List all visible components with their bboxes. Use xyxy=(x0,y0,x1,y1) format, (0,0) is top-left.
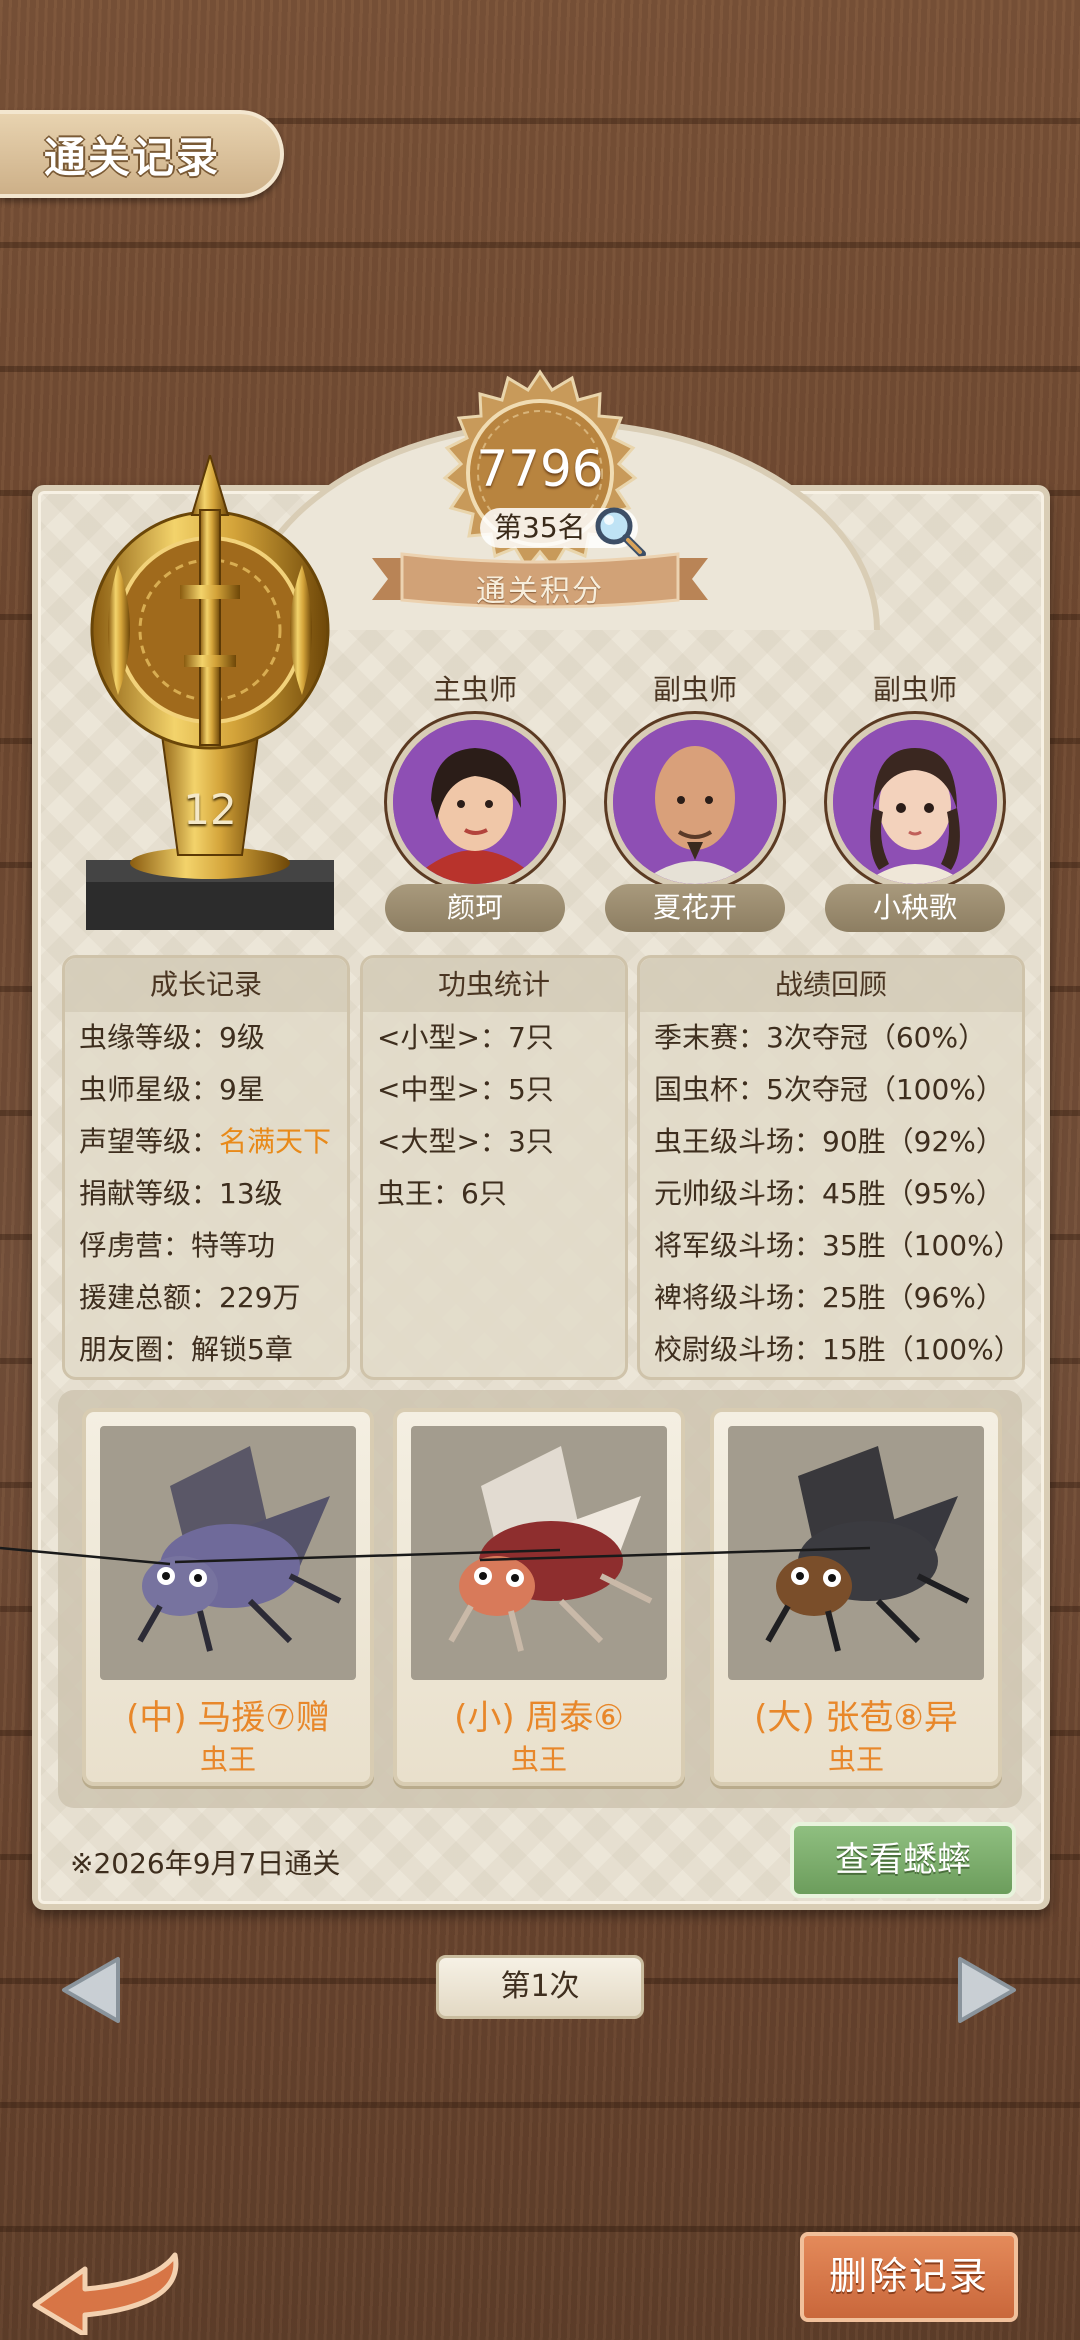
growth-record-title: 成长记录 xyxy=(65,958,347,1012)
cricket-name: (中) 马援⑦赠 xyxy=(126,1698,330,1738)
merit-stats-box: 功虫统计 <小型>：7只 <中型>：5只 <大型>：3只 虫王：6只 xyxy=(360,955,628,1380)
stat-row: 声望等级：名满天下 xyxy=(79,1125,332,1158)
avatar[interactable] xyxy=(827,714,1003,890)
stat-row: 季末赛：3次夺冠（60%） xyxy=(654,1021,987,1054)
avatar[interactable] xyxy=(607,714,783,890)
cricket-card-1[interactable]: (中) 马援⑦赠 虫王 xyxy=(82,1408,374,1786)
page-label: 第1次 xyxy=(436,1955,644,2019)
avatar[interactable] xyxy=(387,714,563,890)
cricket-title: 虫王 xyxy=(510,1743,567,1776)
master-role: 副虫师 xyxy=(872,673,957,706)
stat-row: 虫王：6只 xyxy=(377,1177,507,1210)
stat-row: 援建总额：229万 xyxy=(79,1281,301,1314)
stat-row: 元帅级斗场：45胜（95%） xyxy=(654,1177,1004,1210)
page-title-tab: 通关记录 xyxy=(0,110,284,198)
cricket-card-3[interactable]: (大) 张苞⑧异 虫王 xyxy=(710,1408,1002,1786)
cricket-title: 虫王 xyxy=(199,1743,256,1776)
stat-row: 虫缘等级：9级 xyxy=(79,1021,265,1054)
master-name: 夏花开 xyxy=(605,884,785,932)
trophy-level: 12 xyxy=(183,785,237,834)
master-name: 颜珂 xyxy=(385,884,565,932)
stat-row: 将军级斗场：35胜（100%） xyxy=(654,1229,1022,1262)
master-role: 副虫师 xyxy=(652,673,737,706)
master-secondary-1[interactable]: 副虫师 夏花开 xyxy=(605,668,785,932)
trophy-icon xyxy=(86,455,334,930)
stat-row: 虫王级斗场：90胜（92%） xyxy=(654,1125,1004,1158)
master-name: 小秧歌 xyxy=(825,884,1005,932)
stat-row: 国虫杯：5次夺冠（100%） xyxy=(654,1073,1004,1106)
stat-row: 校尉级斗场：15胜（100%） xyxy=(654,1333,1022,1366)
clear-date: ※2026年9月7日通关 xyxy=(70,1847,341,1880)
cricket-card-2[interactable]: (小) 周泰⑥ 虫王 xyxy=(393,1408,685,1786)
merit-stats-title: 功虫统计 xyxy=(363,958,625,1012)
stat-row: 裨将级斗场：25胜（96%） xyxy=(654,1281,1004,1314)
delete-record-button[interactable]: 删除记录 xyxy=(800,2232,1018,2322)
page-title: 通关记录 xyxy=(44,132,221,182)
master-secondary-2[interactable]: 副虫师 小秧歌 xyxy=(825,668,1005,932)
master-primary[interactable]: 主虫师 颜珂 xyxy=(385,668,565,932)
stat-row: <大型>：3只 xyxy=(377,1125,554,1158)
next-arrow-icon[interactable] xyxy=(956,1955,1018,2025)
score-points: 7796 xyxy=(476,440,604,498)
stat-row: 俘虏营：特等功 xyxy=(79,1229,276,1262)
master-role: 主虫师 xyxy=(432,673,517,706)
cricket-image xyxy=(100,1426,356,1680)
stat-row: <中型>：5只 xyxy=(377,1073,554,1106)
cricket-name: (大) 张苞⑧异 xyxy=(754,1698,958,1738)
prev-arrow-icon[interactable] xyxy=(60,1955,122,2025)
growth-record-box: 成长记录 虫缘等级：9级 虫师星级：9星 声望等级：名满天下 捐献等级：13级 … xyxy=(62,955,350,1380)
stat-row: 虫师星级：9星 xyxy=(79,1073,265,1106)
back-arrow-icon[interactable] xyxy=(25,2235,195,2335)
stat-row: 朋友圈：解锁5章 xyxy=(79,1333,293,1366)
cricket-name: (小) 周泰⑥ xyxy=(454,1698,624,1738)
stat-row: <小型>：7只 xyxy=(377,1021,554,1054)
score-label: 通关积分 xyxy=(476,574,604,609)
cricket-title: 虫王 xyxy=(827,1743,884,1776)
stat-row: 捐献等级：13级 xyxy=(79,1177,283,1210)
cricket-image xyxy=(411,1426,667,1680)
view-crickets-button[interactable]: 查看蟋蟀 xyxy=(790,1822,1016,1898)
battle-record-title: 战绩回顾 xyxy=(640,958,1022,1012)
battle-record-box: 战绩回顾 季末赛：3次夺冠（60%） 国虫杯：5次夺冠（100%） 虫王级斗场：… xyxy=(637,955,1025,1380)
cricket-image xyxy=(728,1426,984,1680)
